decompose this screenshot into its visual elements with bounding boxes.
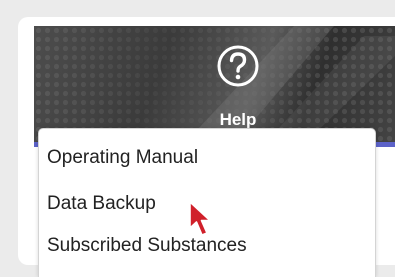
help-label: Help [219,110,257,129]
header-banner: Help [34,26,395,144]
help-button[interactable]: Help [198,34,278,132]
menu-item-data-backup[interactable]: Data Backup [47,192,156,216]
menu-item-operating-manual[interactable]: Operating Manual [47,146,198,170]
mouse-pointer-icon [189,201,211,236]
question-circle-icon [217,45,259,87]
